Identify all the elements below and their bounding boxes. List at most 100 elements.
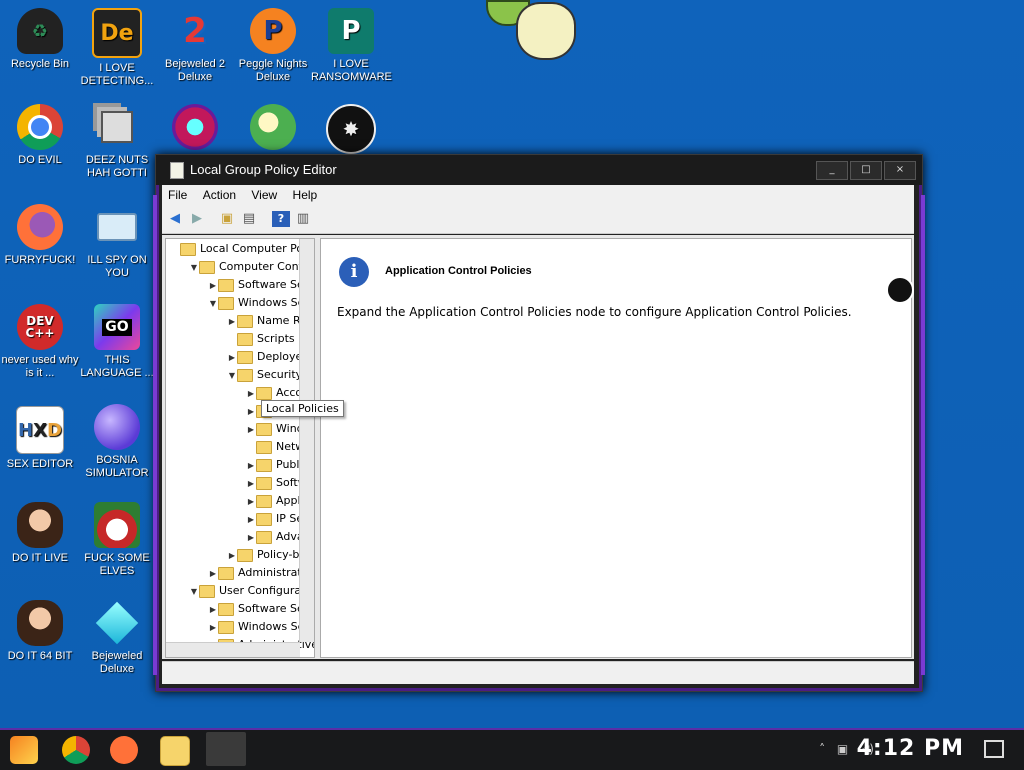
expand-arrow-icon[interactable]: ▶ xyxy=(208,601,218,619)
desktop-icon-hxd[interactable]: HXD SEX EDITOR xyxy=(0,406,80,471)
firefox-taskbar-icon[interactable] xyxy=(110,736,138,764)
desktop-icon-firefox[interactable]: FURRYFUCK! xyxy=(0,204,80,267)
folder-icon xyxy=(218,296,234,310)
folder-icon xyxy=(199,260,215,274)
sticker-character-image xyxy=(486,0,578,60)
desktop-icon-ransomware[interactable]: P I LOVE RANSOMWARE xyxy=(311,8,392,84)
info-icon: i xyxy=(339,257,369,287)
group-policy-editor-window[interactable]: Local Group Policy Editor _ □ × File Act… xyxy=(153,154,925,692)
help-icon[interactable]: ? xyxy=(272,211,290,227)
up-folder-icon[interactable]: ▣ xyxy=(218,211,236,227)
chrome-taskbar-icon[interactable] xyxy=(62,736,90,764)
chevron-up-icon[interactable]: ˄ xyxy=(819,742,825,756)
desktop-icon-peggle[interactable]: P Peggle Nights Deluxe xyxy=(233,8,313,84)
hxd-icon: HXD xyxy=(16,406,64,454)
network-icon[interactable]: ▣ xyxy=(837,742,848,756)
close-button[interactable]: × xyxy=(884,161,916,180)
tree-item[interactable]: ▼ Computer Configu xyxy=(189,258,314,277)
expand-arrow-icon[interactable]: ▶ xyxy=(208,619,218,637)
forward-arrow-icon[interactable]: ▶ xyxy=(188,211,206,227)
expand-arrow-icon[interactable]: ▶ xyxy=(246,511,256,529)
start-icon[interactable] xyxy=(10,736,38,764)
diamond-icon xyxy=(94,600,140,646)
desktop-icon-deez-nuts[interactable]: DEEZ NUTS HAH GOTTI xyxy=(77,104,157,180)
desktop-icon-spy[interactable]: ILL SPY ON YOU xyxy=(77,204,157,280)
vertical-scrollbar[interactable] xyxy=(299,239,314,642)
title-bar[interactable]: Local Group Policy Editor _ □ × xyxy=(156,155,922,185)
desktop-icon-bosnia[interactable]: BOSNIA SIMULATOR xyxy=(77,404,157,480)
collapse-arrow-icon[interactable]: ▼ xyxy=(189,583,199,601)
expand-arrow-icon[interactable]: ▶ xyxy=(208,565,218,583)
folder-icon xyxy=(256,422,272,436)
gem-icon xyxy=(172,104,218,150)
desktop-icon-detect-it-easy[interactable]: De I LOVE DETECTING... xyxy=(77,8,157,88)
properties-icon[interactable]: ▥ xyxy=(294,211,312,227)
desktop-icon-do-it-live[interactable]: DO IT LIVE xyxy=(0,502,80,565)
bejeweled-2-icon: 2 xyxy=(183,10,207,51)
folder-icon xyxy=(256,512,272,526)
portrait-64-icon xyxy=(17,600,63,646)
desktop-icon-plants[interactable] xyxy=(233,104,313,154)
desktop-icon-elves[interactable]: FUCK SOME ELVES xyxy=(77,502,157,578)
expand-arrow-icon[interactable]: ▶ xyxy=(246,403,256,421)
desktop-icon-do-it-64-bit[interactable]: DO IT 64 BIT xyxy=(0,600,80,663)
desktop-icon-recycle-bin[interactable]: ♻ Recycle Bin xyxy=(0,8,80,71)
console-tree[interactable]: Local Computer Policy ▼ Computer Configu ▶ S… xyxy=(165,238,315,658)
menu-help[interactable]: Help xyxy=(287,185,324,205)
desktop-icon-gem[interactable] xyxy=(155,104,235,154)
santa-icon xyxy=(94,502,140,548)
horizontal-scrollbar[interactable] xyxy=(166,642,300,657)
collapse-arrow-icon[interactable]: ▼ xyxy=(189,259,199,277)
content-area: Local Computer Policy ▼ Computer Configu ▶ S… xyxy=(162,235,914,659)
group-policy-taskbar-icon[interactable] xyxy=(206,732,246,766)
windows-stack-icon xyxy=(94,104,140,150)
expand-arrow-icon[interactable]: ▶ xyxy=(246,475,256,493)
show-hide-tree-icon[interactable]: ▤ xyxy=(240,211,258,227)
collapse-arrow-icon[interactable]: ▼ xyxy=(208,295,218,313)
explorer-taskbar-icon[interactable] xyxy=(160,736,190,766)
desktop-icon-bejeweled-2[interactable]: 2 Bejeweled 2 Deluxe xyxy=(155,8,235,84)
notifications-icon[interactable] xyxy=(984,740,1004,758)
expand-arrow-icon[interactable]: ▶ xyxy=(246,493,256,511)
devcpp-icon: DEV C++ xyxy=(17,304,63,350)
details-pane: i Application Control Policies Expand th… xyxy=(320,238,912,658)
peggle-icon: P xyxy=(250,8,296,54)
tooltip: Local Policies xyxy=(261,400,344,417)
mine-icon xyxy=(94,404,140,450)
minimize-button[interactable]: _ xyxy=(816,161,848,180)
busy-cursor-icon xyxy=(886,276,914,304)
menu-file[interactable]: File xyxy=(162,185,193,205)
tree-item[interactable]: ▼ User Configuratio xyxy=(189,582,314,601)
pane-description: Expand the Application Control Policies … xyxy=(337,305,852,319)
expand-arrow-icon[interactable]: ▶ xyxy=(246,421,256,439)
back-arrow-icon[interactable]: ◀ xyxy=(166,211,184,227)
desktop-icon-dragon[interactable]: ✸ xyxy=(311,104,391,158)
toolbar: ◀ ▶ ▣ ▤ ? ▥ xyxy=(162,207,914,234)
clock[interactable]: 4:12 PM xyxy=(857,736,964,761)
desktop-icon-bejeweled-deluxe[interactable]: Bejeweled Deluxe xyxy=(77,600,157,676)
expand-arrow-icon[interactable]: ▶ xyxy=(227,547,237,565)
expand-arrow-icon[interactable]: ▶ xyxy=(208,277,218,295)
collapse-arrow-icon[interactable]: ▼ xyxy=(227,367,237,385)
maximize-button[interactable]: □ xyxy=(850,161,882,180)
spy-icon xyxy=(94,204,140,250)
menu-view[interactable]: View xyxy=(245,185,283,205)
folder-icon xyxy=(180,242,196,256)
folder-icon xyxy=(256,530,272,544)
recycle-bin-icon: ♻ xyxy=(17,8,63,54)
golang-icon: GO xyxy=(94,304,140,350)
expand-arrow-icon[interactable]: ▶ xyxy=(227,313,237,331)
folder-icon xyxy=(237,368,253,382)
expand-arrow-icon[interactable]: ▶ xyxy=(246,529,256,547)
plants-icon xyxy=(250,104,296,150)
expand-arrow-icon[interactable]: ▶ xyxy=(246,385,256,403)
desktop-icon-golang[interactable]: GO THIS LANGUAGE ... xyxy=(77,304,157,380)
desktop-icon-devcpp[interactable]: DEV C++ never used why is it ... xyxy=(0,304,80,380)
menu-action[interactable]: Action xyxy=(197,185,242,205)
folder-icon xyxy=(256,494,272,508)
expand-arrow-icon[interactable]: ▶ xyxy=(246,457,256,475)
expand-arrow-icon[interactable]: ▶ xyxy=(227,349,237,367)
tree-item[interactable]: Local Computer Policy xyxy=(170,240,315,258)
desktop-icon-chrome[interactable]: DO EVIL xyxy=(0,104,80,167)
tree-item-label: Local Computer Policy xyxy=(200,242,315,255)
